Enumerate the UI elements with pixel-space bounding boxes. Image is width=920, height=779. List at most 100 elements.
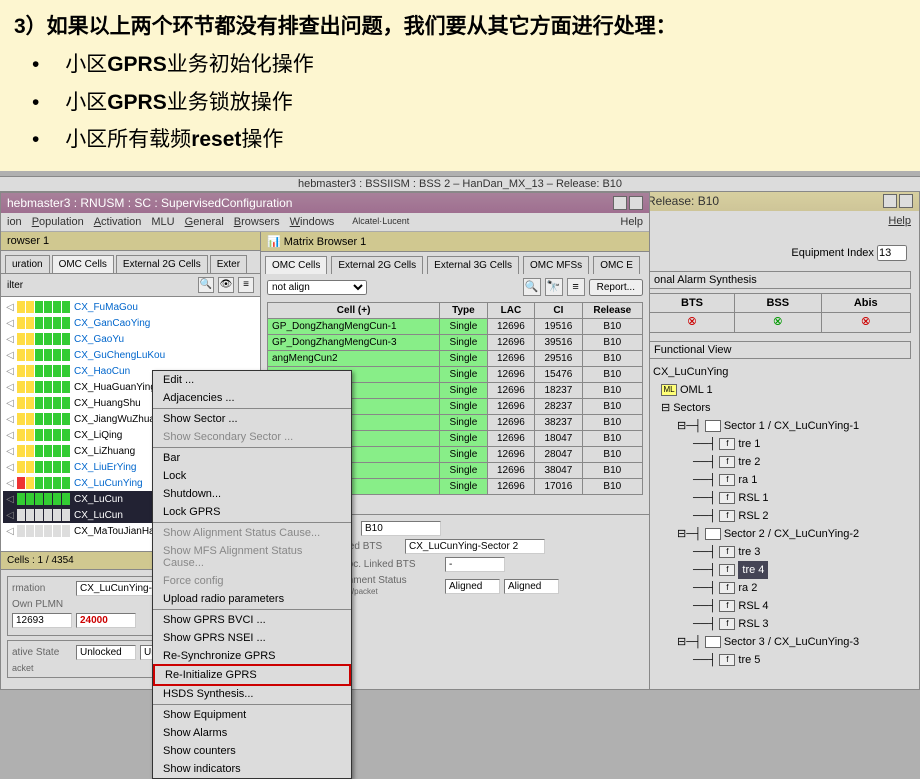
- functional-tree[interactable]: CX_LuCunYing MLOML 1 ⊟ Sectors ⊟─┤Sector…: [649, 363, 911, 669]
- slide-heading: 3）如果以上两个环节都没有排查出问题，我们要从其它方面进行处理：: [14, 8, 906, 46]
- menu-item[interactable]: Lock: [153, 467, 351, 485]
- alarm-synthesis-title: onal Alarm Synthesis: [649, 271, 911, 289]
- menu-item[interactable]: Show GPRS NSEI ...: [153, 629, 351, 647]
- mtab-omce[interactable]: OMC E: [593, 256, 640, 274]
- bullet-3: 小区所有载频reset操作: [14, 121, 906, 159]
- release-window-title[interactable]: Release: B10: [641, 191, 919, 211]
- menu-item[interactable]: Shutdown...: [153, 485, 351, 503]
- context-menu[interactable]: Edit ...Adjacencies ...Show Sector ...Sh…: [152, 370, 352, 779]
- tree-oml[interactable]: MLOML 1: [661, 381, 911, 399]
- mtab-omc-cells[interactable]: OMC Cells: [265, 256, 327, 274]
- minimize-button[interactable]: [883, 194, 897, 208]
- tree-item[interactable]: ──┤ftre 4: [693, 561, 911, 579]
- zoom-icon[interactable]: 🔍: [523, 278, 541, 296]
- cell-row[interactable]: ◁CX_FuMaGou: [3, 299, 258, 315]
- tree-sector-3[interactable]: ⊟─┤Sector 3 / CX_LuCunYing-3: [677, 633, 911, 651]
- table-row[interactable]: GP_DongZhangMengCun-3Single1269639516B10: [268, 335, 643, 351]
- release-input[interactable]: [361, 521, 441, 536]
- menu-activation[interactable]: Activation: [94, 216, 142, 228]
- maximize-button[interactable]: [629, 196, 643, 210]
- tree-item[interactable]: ──┤fra 2: [693, 579, 911, 597]
- rnusm-window-title[interactable]: hebmaster3 : RNUSM : SC : SupervisedConf…: [1, 193, 649, 213]
- tab-exter[interactable]: Exter: [210, 255, 247, 273]
- menu-item[interactable]: Upload radio parameters: [153, 590, 351, 608]
- tree-item[interactable]: ──┤fRSL 4: [693, 597, 911, 615]
- menu-item[interactable]: Show counters: [153, 742, 351, 760]
- align2-input[interactable]: [504, 579, 559, 594]
- menu-ion[interactable]: ion: [7, 216, 22, 228]
- menu-item[interactable]: Show Equipment: [153, 706, 351, 724]
- browser1-tabs[interactable]: uration OMC Cells External 2G Cells Exte…: [1, 251, 260, 273]
- state1-input[interactable]: [76, 645, 136, 660]
- table-row[interactable]: GP_DongZhangMengCun-1Single1269619516B10: [268, 319, 643, 335]
- tree-item[interactable]: ──┤fRSL 3: [693, 615, 911, 633]
- menubar[interactable]: ion Population Activation MLU General Br…: [1, 213, 649, 232]
- cell-row[interactable]: ◁CX_GuChengLuKou: [3, 347, 258, 363]
- tree-root[interactable]: CX_LuCunYing: [653, 363, 911, 381]
- tree-item[interactable]: ──┤ftre 5: [693, 651, 911, 669]
- binoculars-icon[interactable]: 👁: [218, 277, 234, 293]
- tab-omc-cells[interactable]: OMC Cells: [52, 255, 114, 273]
- linked-bts-input[interactable]: [445, 557, 505, 572]
- bullet-1: 小区GPRS业务初始化操作: [14, 46, 906, 84]
- tree-item[interactable]: ──┤ftre 1: [693, 435, 911, 453]
- menu-item: Show Secondary Sector ...: [153, 428, 351, 446]
- own-plmn-label: Own PLMN: [12, 599, 72, 610]
- menu-item[interactable]: Show Sector ...: [153, 410, 351, 428]
- search-icon[interactable]: 🔍: [198, 277, 214, 293]
- tree-item[interactable]: ──┤fRSL 1: [693, 489, 911, 507]
- release-window: Release: B10 Help Equipment Index onal A…: [640, 190, 920, 690]
- tree-item[interactable]: ──┤fra 1: [693, 471, 911, 489]
- filter-select[interactable]: not align: [267, 280, 367, 295]
- help-link[interactable]: Help: [641, 211, 919, 231]
- tree-sector-1[interactable]: ⊟─┤Sector 1 / CX_LuCunYing-1: [677, 417, 911, 435]
- menu-general[interactable]: General: [185, 216, 224, 228]
- tree-item[interactable]: ──┤ftre 2: [693, 453, 911, 471]
- menu-item[interactable]: Show Alarms: [153, 724, 351, 742]
- mtab-mfs[interactable]: OMC MFSs: [523, 256, 589, 274]
- bullet-2: 小区GPRS业务锁放操作: [14, 84, 906, 122]
- menu-population[interactable]: Population: [32, 216, 84, 228]
- matrix-tabs[interactable]: OMC Cells External 2G Cells External 3G …: [261, 252, 649, 274]
- menu-item[interactable]: Re-Initialize GPRS: [153, 664, 351, 686]
- mtab-ext-3g[interactable]: External 3G Cells: [427, 256, 519, 274]
- menu-mlu[interactable]: MLU: [151, 216, 174, 228]
- mtab-ext-2g[interactable]: External 2G Cells: [331, 256, 423, 274]
- report-button[interactable]: Report...: [589, 279, 643, 296]
- tree-sectors[interactable]: ⊟ Sectors: [661, 399, 911, 417]
- alarm-table: BTSBSSAbis ⮿⮿⮿: [649, 293, 911, 333]
- tab-ext-2g[interactable]: External 2G Cells: [116, 255, 208, 273]
- alarm-icon: ⮿: [861, 316, 870, 328]
- assoc-bts-input[interactable]: [405, 539, 545, 554]
- menu-item[interactable]: Show GPRS BVCI ...: [153, 611, 351, 629]
- list-icon[interactable]: ≡: [567, 278, 585, 296]
- menu-item[interactable]: Re-Synchronize GPRS: [153, 647, 351, 665]
- cell-row[interactable]: ◁CX_GanCaoYing: [3, 315, 258, 331]
- browser1-toolbar: ilter 🔍 👁 ≡: [1, 273, 260, 297]
- tab-uration[interactable]: uration: [5, 255, 50, 273]
- menu-item[interactable]: HSDS Synthesis...: [153, 685, 351, 703]
- menu-browsers[interactable]: Browsers: [234, 216, 280, 228]
- equipment-index-input[interactable]: [877, 245, 907, 261]
- menu-item[interactable]: Edit ...: [153, 371, 351, 389]
- menu-item[interactable]: Show indicators: [153, 760, 351, 778]
- menu-item[interactable]: Bar: [153, 449, 351, 467]
- binoculars-icon[interactable]: 🔭: [545, 278, 563, 296]
- cell-row[interactable]: ◁CX_GaoYu: [3, 331, 258, 347]
- list-icon[interactable]: ≡: [238, 277, 254, 293]
- tree-item[interactable]: ──┤ftre 3: [693, 543, 911, 561]
- tree-item[interactable]: ──┤fRSL 2: [693, 507, 911, 525]
- ative-state-label: ative State: [12, 647, 72, 658]
- brand-logo: Alcatel·Lucent: [352, 216, 409, 228]
- table-row[interactable]: angMengCun2Single1269629516B10: [268, 351, 643, 367]
- menu-help[interactable]: Help: [620, 216, 643, 228]
- align1-input[interactable]: [445, 579, 500, 594]
- menu-item[interactable]: Lock GPRS: [153, 503, 351, 521]
- menu-windows[interactable]: Windows: [290, 216, 335, 228]
- minimize-button[interactable]: [613, 196, 627, 210]
- menu-item[interactable]: Adjacencies ...: [153, 389, 351, 407]
- ci-input[interactable]: [76, 613, 136, 628]
- tree-sector-2[interactable]: ⊟─┤Sector 2 / CX_LuCunYing-2: [677, 525, 911, 543]
- maximize-button[interactable]: [899, 194, 913, 208]
- lac-input[interactable]: [12, 613, 72, 628]
